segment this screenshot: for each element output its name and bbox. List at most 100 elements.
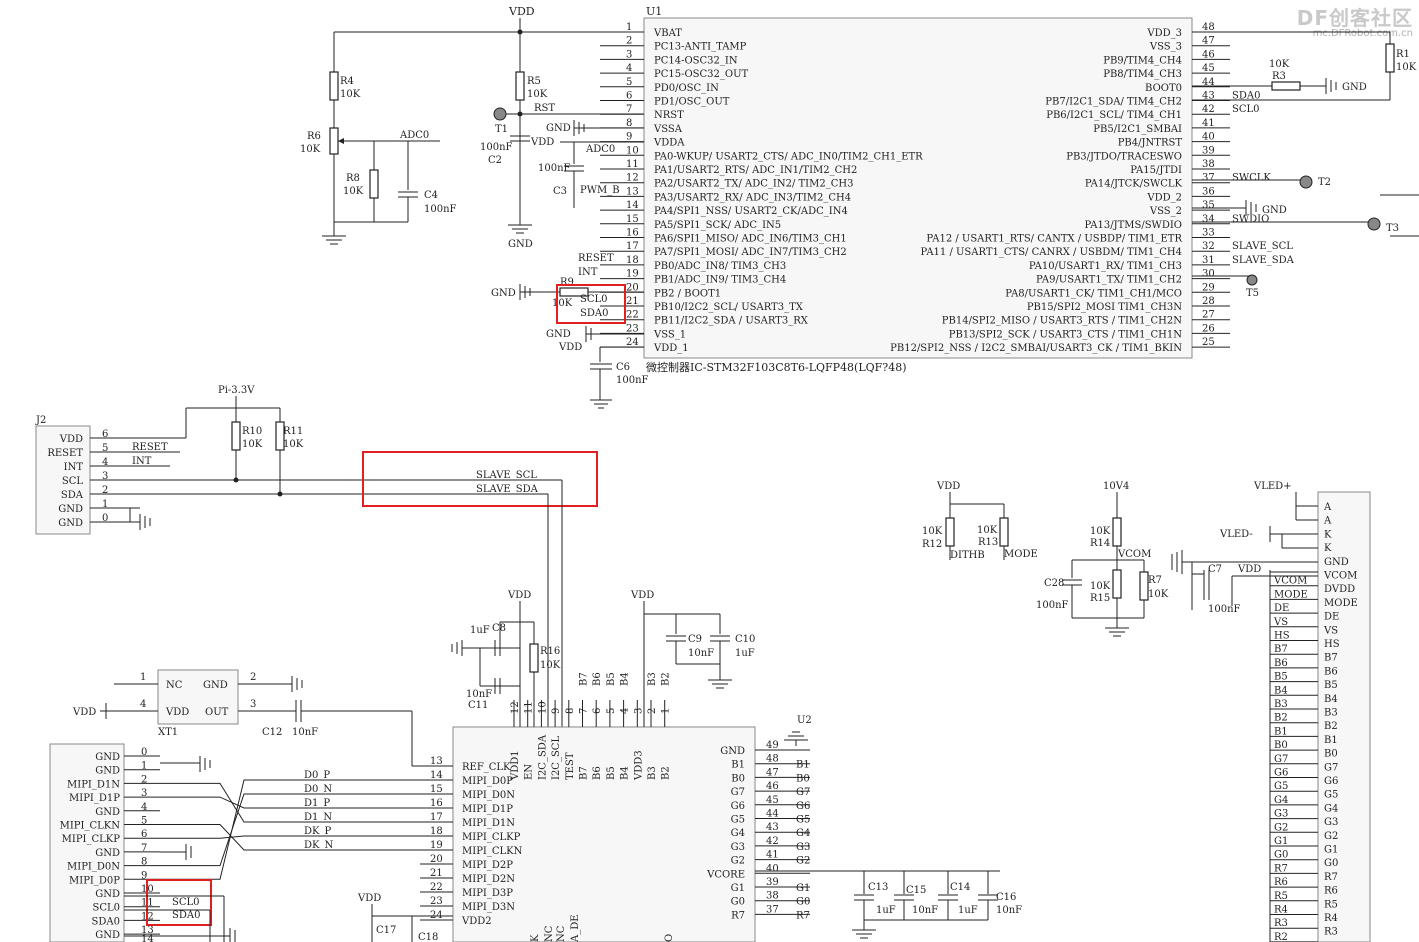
vdd-label-u2b: VDD <box>630 590 654 601</box>
u1-pin-name: PB15/SPI2_MOSI TIM1_CH3N <box>1027 302 1182 313</box>
adc0-net-2: ADC0 <box>585 144 615 155</box>
u1-pin-name: PA14/JTCK/SWCLK <box>1085 179 1183 190</box>
lcd-pin-name: R7 <box>1324 872 1338 883</box>
u1-pin-name: VDD_1 <box>653 343 689 354</box>
r14-resistor <box>1112 517 1122 547</box>
dithb-net: DITHB <box>950 550 985 561</box>
c15-value: 10nF <box>912 905 938 916</box>
lcd-connector: AAKKGNDVCOMDVDDMODEDEVSHSB7B6B5B4B3B2B1B… <box>1171 481 1371 942</box>
mipi-pin-name: GND <box>95 752 120 763</box>
lcd-net-label: G1 <box>1274 836 1288 847</box>
u2-pin-name: MIPI_CLKP <box>462 832 521 843</box>
u2-bridge: U2 13REF_CLK14MIPI_D0P15MIPI_D0N16MIPI_D… <box>420 672 1022 942</box>
u1-pin-number: 40 <box>1202 132 1215 143</box>
t1-testpoint[interactable] <box>493 107 507 121</box>
v10-label: 10V4 <box>1103 481 1129 492</box>
u1-pin-name: PB3/JTDO/TRACESWO <box>1066 151 1182 162</box>
u2-pin-name: B6 <box>592 766 603 780</box>
mipi-diff-net: D1_P <box>304 798 330 809</box>
u1-pin-number: 45 <box>1202 63 1215 74</box>
u2-right-net-label: G2 <box>796 856 810 867</box>
u1-pin-number: 46 <box>1202 49 1215 60</box>
t3-testpoint[interactable] <box>1367 217 1381 231</box>
u2-pin-number: 49 <box>766 740 779 751</box>
u2-pin-number: 47 <box>766 767 779 778</box>
u2-right-net-label: G1 <box>796 883 810 894</box>
u2-pin-number: 3 <box>633 708 644 714</box>
vdd-label-lcd: VDD <box>1237 564 1261 575</box>
u2-pin-name: B1 <box>731 760 745 771</box>
u2-pin-name: MIPI_CLKN <box>462 846 523 857</box>
u2-pin-name: G3 <box>731 842 745 853</box>
vdd-label-r12: VDD <box>936 481 960 492</box>
u2-pin-number: 37 <box>766 904 779 915</box>
xt1-gnd: GND <box>203 680 228 691</box>
r10-ref: R10 <box>242 426 262 437</box>
lcd-pin-name: MODE <box>1324 598 1358 609</box>
c11-value: 10nF <box>466 689 492 700</box>
u1-pin-name: PA10/USART1_RX/ TIM1_CH3 <box>1029 261 1182 272</box>
u2-top-net-label: B4 <box>620 672 631 686</box>
u1-right-net-label: SLAVE_SDA <box>1232 255 1295 266</box>
gnd-label-1: GND <box>508 239 533 250</box>
xt1-p3: 3 <box>250 699 256 710</box>
c2-value: 100nF <box>480 142 513 153</box>
mipi-pin-name: GND <box>95 766 120 777</box>
u1-pin-name: PB4/JNTRST <box>1118 138 1183 149</box>
u1-pin-number: 42 <box>1202 104 1215 115</box>
lcd-pin-name: B0 <box>1324 749 1338 760</box>
u2-right-net-label: B1 <box>796 760 810 771</box>
lcd-net-label: VS <box>1273 617 1288 628</box>
lcd-net-label: R4 <box>1274 905 1288 916</box>
r5-ref: R5 <box>527 76 541 87</box>
lcd-net-label: R5 <box>1274 891 1288 902</box>
schematic-canvas: U1 微控制器IC-STM32F103C8T6-LQFP48(LQF?48) 1… <box>35 5 1419 942</box>
r16-ref: R16 <box>540 646 560 657</box>
pi33-label: Pi-3.3V <box>218 385 255 396</box>
u1-pin-name: PD1/OSC_OUT <box>654 97 730 108</box>
c14-value: 1uF <box>958 905 978 916</box>
u1-pin-number: 3 <box>626 49 632 60</box>
u2-pin-name: EN <box>524 764 535 780</box>
t2-testpoint[interactable] <box>1299 175 1313 189</box>
t5-testpoint[interactable] <box>1246 274 1258 286</box>
u2-pin-number: 4 <box>620 708 631 714</box>
lcd-net-label: B5 <box>1274 672 1288 683</box>
u2-pin-number: 38 <box>766 891 779 902</box>
u2-pin-name: B2 <box>661 766 672 780</box>
r8-value: 10K <box>343 186 364 197</box>
u1-pin-name: PA6/SPI1_MISO/ ADC_IN6/TIM3_CH1 <box>654 234 847 245</box>
r11-ref: R11 <box>283 426 303 437</box>
lcd-pin-name: GND <box>1324 557 1349 568</box>
mipi-pin-name: SDA0 <box>92 916 120 927</box>
u1-pin-name: PA3/USART2_RX/ ADC_IN3/TIM2_CH4 <box>654 192 851 203</box>
lcd-pin-name: G5 <box>1324 790 1338 801</box>
u2-top-net-label: B7 <box>579 672 590 686</box>
u1-pin-number: 16 <box>626 228 639 239</box>
u1-pin-name: PB6/I2C1_SCL/ TIM4_CH1 <box>1046 110 1182 121</box>
u1-pin-number: 47 <box>1202 36 1215 47</box>
mipi-diff-net: D1_N <box>304 812 332 823</box>
u2-pin-number: 2 <box>647 708 658 714</box>
c8-value: 1uF <box>470 625 490 636</box>
mipi-diff-net: DK_P <box>304 826 331 837</box>
u1-caption: 微控制器IC-STM32F103C8T6-LQFP48(LQF?48) <box>646 360 907 374</box>
j2-pin-name: INT <box>64 462 84 473</box>
u2-pin-number: 43 <box>766 822 779 833</box>
slave-sda-net: SLAVE_SDA <box>476 484 539 495</box>
u1-pin-name: PB2 / BOOT1 <box>654 288 721 299</box>
lcd-pin-name: G7 <box>1324 762 1338 773</box>
lcd-pin-name: G6 <box>1324 776 1338 787</box>
r12-resistor <box>945 517 955 547</box>
c28-ref: C28 <box>1044 578 1064 589</box>
int-net: INT <box>578 267 598 278</box>
r15-ref: R15 <box>1090 593 1110 604</box>
gnd-label-3: GND <box>491 288 516 299</box>
j2-pin-name: RESET <box>47 448 83 459</box>
r4-ref: R4 <box>340 76 354 87</box>
u1-pin-number: 6 <box>626 91 632 102</box>
j2-pin-name: GND <box>58 504 83 515</box>
xt1-ref: XT1 <box>158 727 178 738</box>
lcd-pin-name: B1 <box>1324 735 1338 746</box>
u2-pin-name: GND <box>720 746 745 757</box>
